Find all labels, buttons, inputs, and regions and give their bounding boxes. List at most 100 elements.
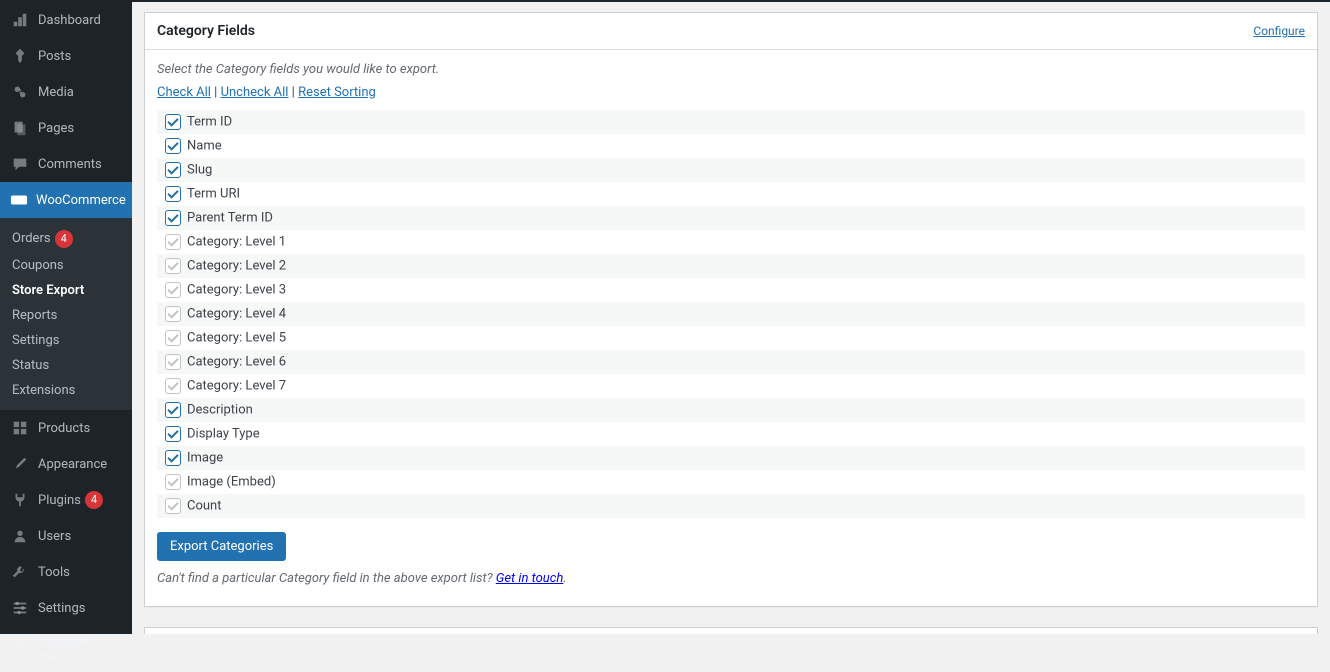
field-checkbox[interactable]	[165, 498, 181, 514]
field-label: Name	[187, 138, 222, 153]
field-row: Category: Level 4	[157, 302, 1305, 326]
field-checkbox[interactable]	[165, 474, 181, 490]
submenu-item-settings[interactable]: Settings	[0, 328, 132, 353]
field-checkbox[interactable]	[165, 282, 181, 298]
badge: 4	[85, 491, 103, 509]
submenu-item-orders[interactable]: Orders4	[0, 225, 132, 253]
field-checkbox[interactable]	[165, 450, 181, 466]
sidebar-item-plugins[interactable]: Plugins 4	[0, 482, 132, 518]
panel-title: Category Fields	[157, 23, 255, 39]
menu-label: Media	[38, 85, 74, 100]
field-label: Category: Level 1	[187, 234, 286, 249]
field-checkbox[interactable]	[165, 210, 181, 226]
admin-sidebar: Dashboard Posts Media Pages Comments WooComme…	[0, 2, 132, 634]
field-checkbox[interactable]	[165, 306, 181, 322]
field-label: Description	[187, 402, 253, 417]
menu-label: Appearance	[38, 457, 107, 472]
submenu-item-extensions[interactable]: Extensions	[0, 378, 132, 403]
field-label: Term URI	[187, 186, 240, 201]
dashboard-icon	[10, 10, 30, 30]
menu-label: Products	[38, 421, 90, 436]
field-row: Term ID	[157, 110, 1305, 134]
field-label: Display Type	[187, 426, 260, 441]
get-in-touch-link[interactable]: Get in touch	[496, 571, 564, 586]
submenu-item-coupons[interactable]: Coupons	[0, 253, 132, 278]
field-row: Image	[157, 446, 1305, 470]
field-label: Image	[187, 450, 223, 465]
sidebar-item-appearance[interactable]: Appearance	[0, 446, 132, 482]
field-row: Parent Term ID	[157, 206, 1305, 230]
sidebar-item-posts[interactable]: Posts	[0, 38, 132, 74]
brush-icon	[10, 454, 30, 474]
field-label: Term ID	[187, 114, 232, 129]
field-label: Category: Level 7	[187, 378, 286, 393]
products-icon	[10, 418, 30, 438]
sidebar-item-comments[interactable]: Comments	[0, 146, 132, 182]
menu-label: WooCommerce	[36, 193, 126, 208]
sidebar-item-settings[interactable]: Settings	[0, 590, 132, 626]
menu-label: Plugins	[38, 493, 81, 508]
sidebar-item-tools[interactable]: Tools	[0, 554, 132, 590]
menu-label: Dashboard	[38, 13, 101, 28]
field-row: Display Type	[157, 422, 1305, 446]
comment-icon	[10, 154, 30, 174]
sidebar-item-dashboard[interactable]: Dashboard	[0, 2, 132, 38]
field-checkbox[interactable]	[165, 354, 181, 370]
field-checkbox[interactable]	[165, 186, 181, 202]
field-row: Category: Level 3	[157, 278, 1305, 302]
menu-label: Tools	[38, 565, 70, 580]
field-checkbox[interactable]	[165, 402, 181, 418]
field-row: Term URI	[157, 182, 1305, 206]
cant-find-hint: Can't find a particular Category field i…	[157, 571, 1305, 586]
bulk-actions: Check All | Uncheck All | Reset Sorting	[157, 85, 1305, 100]
field-checkbox[interactable]	[165, 234, 181, 250]
badge: 4	[55, 230, 73, 248]
menu-label: Posts	[38, 49, 71, 64]
menu-label: Users	[38, 529, 71, 544]
field-row: Description	[157, 398, 1305, 422]
sidebar-item-collapse[interactable]: Collapse menu	[0, 626, 132, 672]
field-checkbox[interactable]	[165, 138, 181, 154]
submenu-item-reports[interactable]: Reports	[0, 303, 132, 328]
field-row: Name	[157, 134, 1305, 158]
sidebar-item-media[interactable]: Media	[0, 74, 132, 110]
menu-label: Collapse menu	[38, 634, 122, 664]
woo-icon	[10, 190, 28, 210]
field-label: Image (Embed)	[187, 474, 276, 489]
check-all-link[interactable]: Check All	[157, 85, 211, 100]
submenu-item-status[interactable]: Status	[0, 353, 132, 378]
field-label: Category: Level 3	[187, 282, 286, 297]
configure-link[interactable]: Configure	[1253, 24, 1305, 38]
field-checkbox[interactable]	[165, 426, 181, 442]
pages-icon	[10, 118, 30, 138]
field-row: Count	[157, 494, 1305, 518]
field-checkbox[interactable]	[165, 258, 181, 274]
sidebar-item-products[interactable]: Products	[0, 410, 132, 446]
sidebar-item-users[interactable]: Users	[0, 518, 132, 554]
user-icon	[10, 526, 30, 546]
menu-label: Settings	[38, 601, 85, 616]
field-checkbox[interactable]	[165, 378, 181, 394]
field-checkbox[interactable]	[165, 114, 181, 130]
sliders-icon	[10, 598, 30, 618]
field-label: Slug	[187, 162, 212, 177]
field-row: Category: Level 1	[157, 230, 1305, 254]
field-checkbox[interactable]	[165, 162, 181, 178]
main-content: Category Fields Configure Select the Cat…	[132, 2, 1330, 634]
fields-table: Term ID Name Slug Term URI Parent Term ID Cat…	[157, 110, 1305, 518]
collapse-icon	[10, 639, 30, 659]
field-row: Category: Level 2	[157, 254, 1305, 278]
sidebar-item-woocommerce[interactable]: WooCommerce	[0, 182, 132, 218]
category-fields-panel: Category Fields Configure Select the Cat…	[144, 12, 1318, 607]
field-row: Category: Level 7	[157, 374, 1305, 398]
uncheck-all-link[interactable]: Uncheck All	[221, 85, 289, 100]
export-categories-button[interactable]: Export Categories	[157, 532, 286, 561]
sidebar-item-pages[interactable]: Pages	[0, 110, 132, 146]
field-checkbox[interactable]	[165, 330, 181, 346]
menu-label: Comments	[38, 157, 102, 172]
plug-icon	[10, 490, 30, 510]
panel-hint: Select the Category fields you would lik…	[157, 62, 1305, 77]
reset-sorting-link[interactable]: Reset Sorting	[298, 85, 376, 100]
submenu-item-store-export[interactable]: Store Export	[0, 278, 132, 303]
menu-label: Pages	[38, 121, 74, 136]
